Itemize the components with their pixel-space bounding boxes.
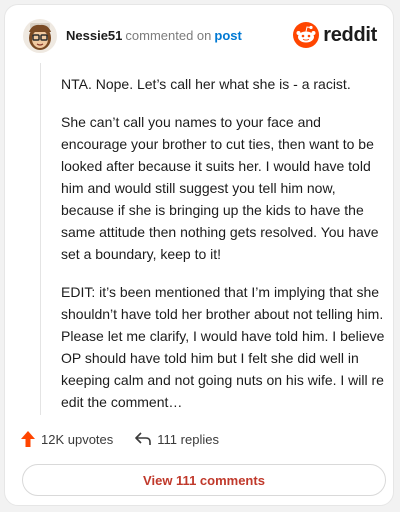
thread-line bbox=[40, 63, 41, 415]
reddit-logo-icon bbox=[293, 22, 320, 48]
view-comments-button[interactable]: View 111 comments bbox=[22, 464, 386, 496]
reply-button[interactable]: 111 replies bbox=[135, 432, 219, 447]
post-link[interactable]: post bbox=[214, 28, 241, 43]
comment-paragraph: She can’t call you names to your face an… bbox=[61, 114, 379, 262]
comment-paragraph: NTA. Nope. Let’s call her what she is - … bbox=[61, 76, 351, 92]
reddit-logo[interactable]: reddit bbox=[293, 20, 377, 50]
upvote-button[interactable]: 12K upvotes bbox=[21, 431, 113, 447]
reply-arrow-icon bbox=[135, 432, 152, 445]
comment-meta: Nessie51 commented on post bbox=[66, 28, 242, 43]
reddit-wordmark: reddit bbox=[323, 23, 377, 46]
upvote-arrow-icon bbox=[21, 431, 35, 447]
commented-label: commented on bbox=[125, 28, 212, 43]
username-link[interactable]: Nessie51 bbox=[66, 28, 122, 43]
comment-header: Nessie51 commented on post reddit bbox=[22, 18, 377, 58]
comment-paragraph: EDIT: it’s been mentioned that I’m imply… bbox=[61, 284, 385, 410]
comment-body: NTA. Nope. Let’s call her what she is - … bbox=[61, 73, 387, 429]
comment-actions: 12K upvotes 111 replies bbox=[21, 429, 219, 449]
reply-count: 111 replies bbox=[157, 431, 219, 447]
user-avatar[interactable] bbox=[22, 18, 58, 54]
upvote-count: 12K upvotes bbox=[41, 431, 114, 447]
comment-card: Nessie51 commented on post reddit NTA. Nop… bbox=[4, 4, 394, 506]
